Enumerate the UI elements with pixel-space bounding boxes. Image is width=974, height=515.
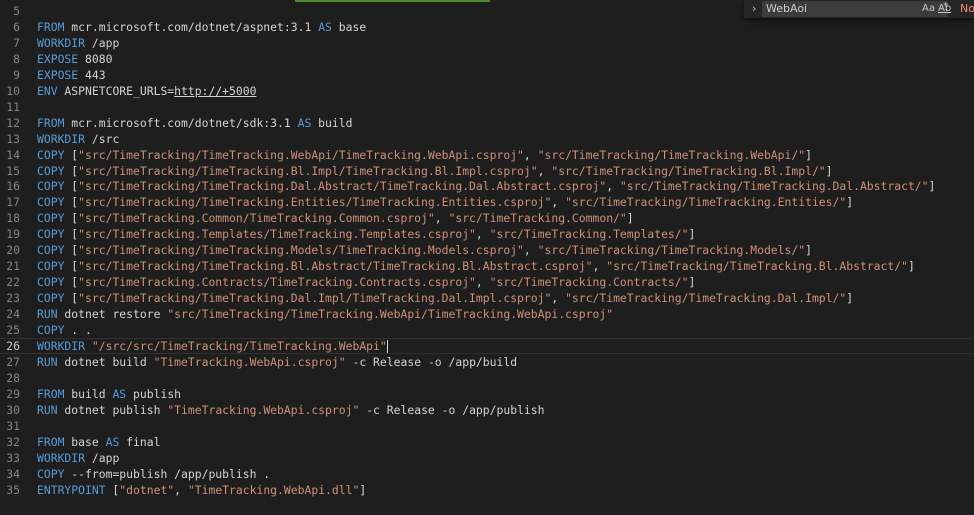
code-line[interactable]: 25 COPY . . bbox=[0, 322, 974, 338]
line-number: 25 bbox=[6, 323, 20, 337]
line-number: 9 bbox=[13, 67, 20, 82]
text-cursor bbox=[386, 339, 388, 353]
code-line[interactable]: 18 COPY ["src/TimeTracking.Common/TimeTra… bbox=[0, 210, 974, 226]
code-editor[interactable]: 5 6 FROM mcr.microsoft.com/dotnet/aspnet:3… bbox=[0, 0, 974, 515]
find-input[interactable]: WebAoi Aa Ab bbox=[762, 1, 951, 17]
line-number: 11 bbox=[6, 99, 20, 114]
code-text: EXPOSE 443 bbox=[37, 67, 106, 82]
code-text: WORKDIR "/src/src/TimeTracking/TimeTrack… bbox=[37, 338, 388, 353]
code-text: RUN dotnet build "TimeTracking.WebApi.cs… bbox=[37, 354, 518, 369]
line-number: 23 bbox=[6, 291, 20, 306]
line-number: 27 bbox=[6, 354, 20, 369]
code-text: WORKDIR /app bbox=[37, 450, 120, 465]
line-number: 24 bbox=[6, 307, 20, 322]
code-line[interactable]: 6 FROM mcr.microsoft.com/dotnet/aspnet:3.… bbox=[0, 19, 974, 35]
code-text: COPY ["src/TimeTracking/TimeTracking.Mod… bbox=[37, 243, 812, 258]
code-text: ENTRYPOINT ["dotnet", "TimeTracking.WebA… bbox=[37, 482, 367, 497]
code-line[interactable]: 8 EXPOSE 8080 bbox=[0, 51, 974, 67]
line-number: 21 bbox=[6, 259, 20, 274]
line-number: 35 bbox=[6, 482, 20, 497]
code-line[interactable]: 17 COPY ["src/TimeTracking/TimeTracking.E… bbox=[0, 194, 974, 210]
code-line[interactable]: 12 FROM mcr.microsoft.com/dotnet/sdk:3.1 … bbox=[0, 115, 974, 131]
line-number: 20 bbox=[6, 243, 20, 258]
code-text: EXPOSE 8080 bbox=[37, 51, 113, 66]
code-line[interactable]: 27 RUN dotnet build "TimeTracking.WebApi.… bbox=[0, 354, 974, 370]
code-text: COPY ["src/TimeTracking/TimeTracking.Dal… bbox=[37, 179, 936, 194]
code-text: COPY ["src/TimeTracking.Contracts/TimeTr… bbox=[37, 275, 696, 290]
code-text: COPY ["src/TimeTracking/TimeTracking.Bl.… bbox=[37, 163, 833, 178]
code-text: COPY ["src/TimeTracking.Templates/TimeTr… bbox=[37, 227, 696, 242]
code-text: RUN dotnet restore "src/TimeTracking/Tim… bbox=[37, 307, 614, 322]
line-number: 22 bbox=[6, 275, 20, 290]
code-text: COPY ["src/TimeTracking/TimeTracking.Dal… bbox=[37, 291, 854, 306]
match-case-icon[interactable]: Aa bbox=[922, 3, 935, 14]
code-text: COPY . . bbox=[37, 323, 92, 337]
code-line[interactable]: 13 WORKDIR /src bbox=[0, 131, 974, 147]
line-number: 6 bbox=[13, 19, 20, 34]
line-number: 33 bbox=[6, 450, 20, 465]
code-text: FROM base AS final bbox=[37, 434, 161, 449]
find-query: WebAoi bbox=[766, 2, 808, 15]
code-text: COPY ["src/TimeTracking.Common/TimeTrack… bbox=[37, 211, 634, 226]
line-number: 15 bbox=[6, 163, 20, 178]
chevron-right-icon[interactable]: › bbox=[752, 2, 756, 15]
code-line[interactable]: 23 COPY ["src/TimeTracking/TimeTracking.D… bbox=[0, 290, 974, 306]
code-text: ENV ASPNETCORE_URLS=http://+5000 bbox=[37, 83, 257, 98]
code-text: WORKDIR /app bbox=[37, 35, 120, 50]
code-line[interactable]: 10 ENV ASPNETCORE_URLS=http://+5000 bbox=[0, 83, 974, 99]
code-line[interactable]: 11 bbox=[0, 99, 974, 115]
code-line[interactable]: 30 RUN dotnet publish "TimeTracking.WebAp… bbox=[0, 402, 974, 418]
line-number: 32 bbox=[6, 434, 20, 449]
line-number: 26 bbox=[6, 338, 20, 353]
code-line[interactable]: 7 WORKDIR /app bbox=[0, 35, 974, 51]
line-number: 5 bbox=[13, 4, 20, 18]
code-line[interactable]: 19 COPY ["src/TimeTracking.Templates/Time… bbox=[0, 226, 974, 242]
code-line[interactable]: 22 COPY ["src/TimeTracking.Contracts/Time… bbox=[0, 274, 974, 290]
line-number: 30 bbox=[6, 402, 20, 417]
line-number: 8 bbox=[13, 51, 20, 66]
line-number: 7 bbox=[13, 35, 20, 50]
line-number: 16 bbox=[6, 179, 20, 194]
code-line[interactable]: 33 WORKDIR /app bbox=[0, 450, 974, 466]
line-number: 12 bbox=[6, 115, 20, 130]
code-line[interactable]: 14 COPY ["src/TimeTracking/TimeTracking.W… bbox=[0, 147, 974, 163]
line-number: 17 bbox=[6, 195, 20, 210]
tab-indicator bbox=[295, 0, 490, 2]
line-number: 10 bbox=[6, 83, 20, 98]
code-line[interactable]: 32 FROM base AS final bbox=[0, 434, 974, 450]
code-text: FROM build AS publish bbox=[37, 386, 182, 401]
code-line[interactable]: 34 COPY --from=publish /app/publish . bbox=[0, 466, 974, 482]
line-number: 13 bbox=[6, 131, 20, 146]
code-text: FROM mcr.microsoft.com/dotnet/sdk:3.1 AS… bbox=[37, 115, 353, 130]
line-number: 31 bbox=[6, 418, 20, 433]
line-number: 18 bbox=[6, 211, 20, 226]
code-text: COPY ["src/TimeTracking/TimeTracking.Ent… bbox=[37, 195, 854, 210]
code-text: RUN dotnet publish "TimeTracking.WebApi.… bbox=[37, 402, 545, 417]
code-line[interactable]: 24 RUN dotnet restore "src/TimeTracking/T… bbox=[0, 306, 974, 322]
code-line[interactable]: 9 EXPOSE 443 bbox=[0, 67, 974, 83]
line-number: 14 bbox=[6, 147, 20, 162]
code-line[interactable]: 16 COPY ["src/TimeTracking/TimeTracking.D… bbox=[0, 178, 974, 194]
code-line[interactable]: 29 FROM build AS publish bbox=[0, 386, 974, 402]
code-text: COPY ["src/TimeTracking/TimeTracking.Web… bbox=[37, 147, 812, 162]
find-result: No bbox=[960, 2, 974, 15]
code-text: COPY ["src/TimeTracking/TimeTracking.Bl.… bbox=[37, 259, 915, 274]
code-line[interactable]: 15 COPY ["src/TimeTracking/TimeTracking.B… bbox=[0, 163, 974, 179]
code-line[interactable]: 28 bbox=[0, 370, 974, 386]
line-number: 28 bbox=[6, 370, 20, 385]
line-number: 34 bbox=[6, 466, 20, 481]
line-number: 29 bbox=[6, 386, 20, 401]
code-line[interactable]: 21 COPY ["src/TimeTracking/TimeTracking.B… bbox=[0, 258, 974, 274]
code-line[interactable]: 26 WORKDIR "/src/src/TimeTracking/TimeTra… bbox=[0, 337, 974, 354]
find-widget: › WebAoi Aa Ab .* No bbox=[744, 0, 974, 18]
line-number: 19 bbox=[6, 227, 20, 242]
code-line[interactable]: 35 ENTRYPOINT ["dotnet", "TimeTracking.We… bbox=[0, 482, 974, 498]
code-text: COPY --from=publish /app/publish . bbox=[37, 466, 271, 481]
regex-icon[interactable]: .* bbox=[940, 1, 948, 12]
code-text: FROM mcr.microsoft.com/dotnet/aspnet:3.1… bbox=[37, 19, 367, 34]
code-line[interactable]: 20 COPY ["src/TimeTracking/TimeTracking.M… bbox=[0, 242, 974, 258]
code-text: WORKDIR /src bbox=[37, 131, 120, 146]
code-line[interactable]: 31 bbox=[0, 418, 974, 434]
